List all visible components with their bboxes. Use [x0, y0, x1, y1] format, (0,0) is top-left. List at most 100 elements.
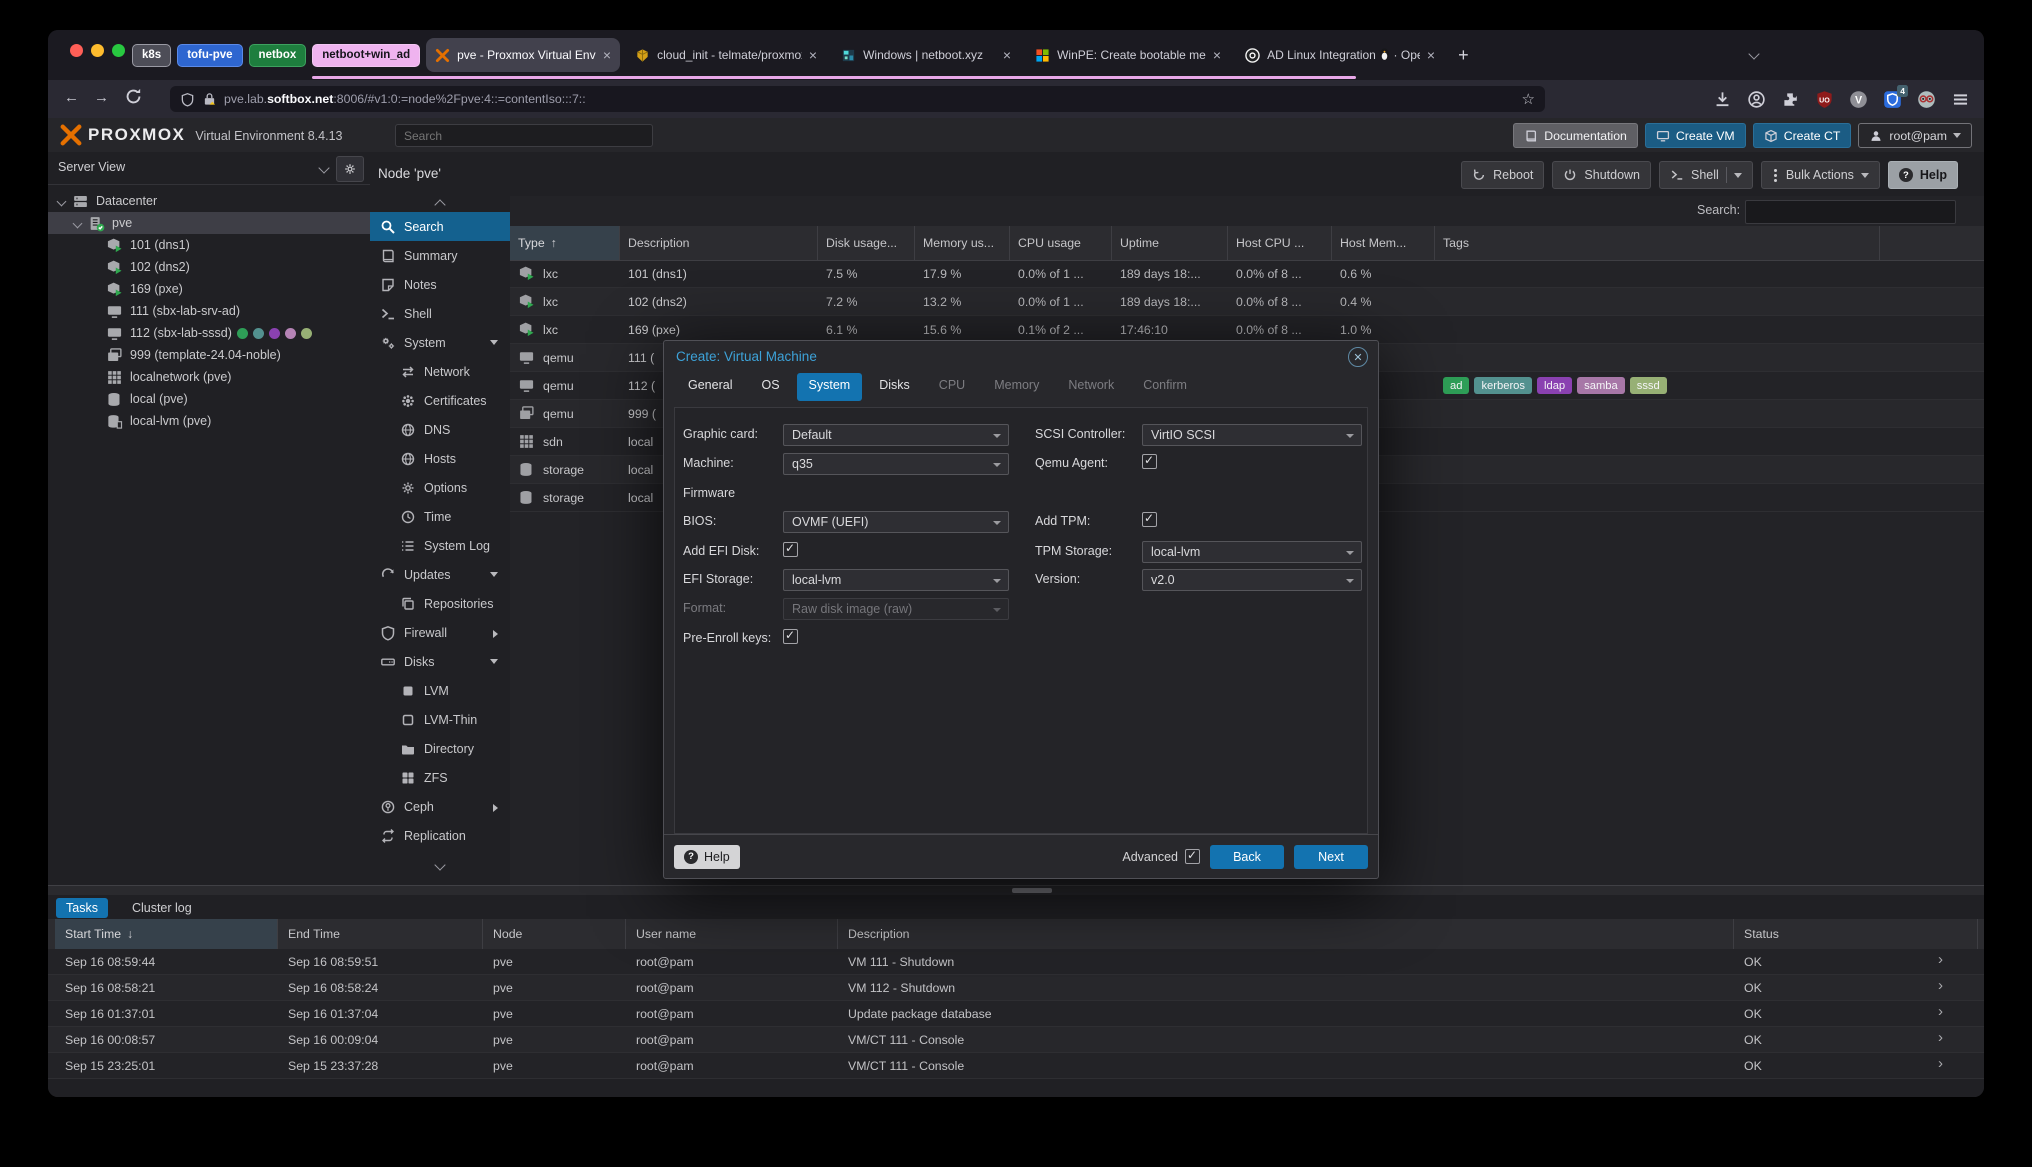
user-menu-button[interactable]: root@pam — [1858, 123, 1972, 148]
dialog-tab-disks[interactable]: Disks — [867, 373, 922, 401]
tab-windows-netboot[interactable]: Windows | netboot.xyz × — [832, 38, 1020, 72]
column-header-status[interactable]: Status — [1734, 919, 1978, 949]
new-tab-button[interactable]: + — [1450, 45, 1477, 66]
row-expand-chevron-icon[interactable]: › — [1938, 977, 1943, 994]
lock-warning-icon[interactable] — [203, 92, 216, 106]
list-all-tabs-chevron-icon[interactable] — [1748, 48, 1760, 60]
account-icon[interactable] — [1747, 90, 1766, 109]
ublock-origin-icon[interactable]: UO — [1815, 90, 1834, 109]
back-button[interactable]: ← — [64, 89, 79, 106]
row-expand-chevron-icon[interactable]: › — [1938, 951, 1943, 968]
column-header-uptime[interactable]: Uptime — [1112, 226, 1228, 260]
shutdown-button[interactable]: Shutdown — [1552, 161, 1652, 189]
nav-item-replication[interactable]: Replication — [370, 821, 510, 850]
nav-item-search[interactable]: Search — [370, 212, 510, 241]
tree-item-999-template-24-04-noble[interactable]: 999 (template-24.04-noble) — [48, 344, 370, 366]
add-efi-disk-checkbox[interactable] — [783, 541, 798, 557]
row-expand-chevron-icon[interactable]: › — [1938, 1055, 1943, 1072]
create-ct-button[interactable]: Create CT — [1752, 123, 1852, 148]
column-header-host-cpu[interactable]: Host CPU ... — [1228, 226, 1332, 260]
nav-item-system[interactable]: System — [370, 328, 510, 357]
tab-group-netboot-win-ad[interactable]: netboot+win_ad — [312, 43, 421, 67]
guest-row-lxc-102-dns2[interactable]: lxc 102 (dns2) 7.2 % 13.2 % 0.0% of 1 ... 189… — [510, 288, 1984, 316]
tab-cluster-log[interactable]: Cluster log — [122, 898, 202, 918]
close-tab-icon[interactable]: × — [603, 48, 611, 62]
tab-cloud-init[interactable]: cloud_init - telmate/proxmox - C × — [626, 38, 826, 72]
dialog-tab-confirm[interactable]: Confirm — [1131, 373, 1199, 401]
nav-item-lvm[interactable]: LVM — [370, 676, 510, 705]
nav-item-updates[interactable]: Updates — [370, 560, 510, 589]
dialog-tab-cpu[interactable]: CPU — [927, 373, 977, 401]
tree-item-localnetwork-pve[interactable]: localnetwork (pve) — [48, 366, 370, 388]
column-header-node[interactable]: Node — [483, 919, 626, 949]
efi-storage-select[interactable]: local-lvm — [783, 569, 1009, 591]
close-tab-icon[interactable]: × — [809, 48, 817, 62]
column-header-type[interactable]: Type ↑ — [510, 226, 620, 260]
next-button[interactable]: Next — [1294, 844, 1368, 869]
url-bar[interactable]: pve.lab.softbox.net:8006/#v1:0:=node%2Fp… — [170, 86, 1545, 112]
tree-item-local-pve[interactable]: local (pve) — [48, 388, 370, 410]
nav-item-ceph[interactable]: Ceph — [370, 792, 510, 821]
guest-search-input[interactable] — [1745, 200, 1956, 224]
task-row-sep-16-01-37-01[interactable]: Sep 16 01:37:01 Sep 16 01:37:04 pve root@pa… — [48, 1001, 1984, 1027]
nav-item-zfs[interactable]: ZFS — [370, 763, 510, 792]
tree-item-101-dns1[interactable]: 101 (dns1) — [48, 234, 370, 256]
nav-item-summary[interactable]: Summary — [370, 241, 510, 270]
downloads-icon[interactable] — [1713, 90, 1732, 109]
tree-item-169-pxe[interactable]: 169 (pxe) — [48, 278, 370, 300]
maximize-window-button[interactable] — [112, 44, 125, 57]
close-tab-icon[interactable]: × — [1003, 48, 1011, 62]
tree-item-111-sbx-lab-srv-ad[interactable]: 111 (sbx-lab-srv-ad) — [48, 300, 370, 322]
column-header-tags[interactable]: Tags — [1435, 226, 1880, 260]
tree-item-pve[interactable]: pve — [48, 212, 370, 234]
machine-select[interactable]: q35 — [783, 453, 1009, 475]
tab-group-k8s[interactable]: k8s — [132, 43, 172, 67]
nav-item-disks[interactable]: Disks — [370, 647, 510, 676]
row-expand-chevron-icon[interactable]: › — [1938, 1029, 1943, 1046]
nav-item-options[interactable]: Options — [370, 473, 510, 502]
tree-item-112-sbx-lab-sssd[interactable]: 112 (sbx-lab-sssd) — [48, 322, 370, 344]
add-tpm-checkbox[interactable] — [1142, 511, 1157, 527]
tab-winpe[interactable]: WinPE: Create bootable media | × — [1026, 38, 1230, 72]
bitwarden-icon[interactable]: 4 — [1883, 84, 1908, 109]
menu-hamburger-icon[interactable] — [1951, 90, 1970, 109]
nav-item-certificates[interactable]: Certificates — [370, 386, 510, 415]
nav-scroll-down[interactable] — [370, 856, 510, 871]
column-header-cpu-usage[interactable]: CPU usage — [1010, 226, 1112, 260]
task-row-sep-16-08-58-21[interactable]: Sep 16 08:58:21 Sep 16 08:58:24 pve root@pa… — [48, 975, 1984, 1001]
dialog-close-icon[interactable]: ✕ — [1348, 347, 1368, 367]
advanced-checkbox[interactable] — [1185, 848, 1200, 864]
create-vm-button[interactable]: Create VM — [1644, 123, 1746, 148]
close-tab-icon[interactable]: × — [1427, 48, 1435, 62]
column-header-disk-usage[interactable]: Disk usage... — [818, 226, 915, 260]
global-search-input[interactable] — [395, 124, 653, 147]
close-tab-icon[interactable]: × — [1213, 48, 1221, 62]
task-row-sep-16-00-08-57[interactable]: Sep 16 00:08:57 Sep 16 00:09:04 pve root@pa… — [48, 1027, 1984, 1053]
dialog-tab-network[interactable]: Network — [1056, 373, 1126, 401]
shell-button[interactable]: Shell — [1659, 161, 1753, 189]
tpm-version-select[interactable]: v2.0 — [1142, 569, 1362, 591]
close-window-button[interactable] — [70, 44, 83, 57]
nav-item-firewall[interactable]: Firewall — [370, 618, 510, 647]
extension-v-icon[interactable]: V — [1849, 90, 1868, 109]
dialog-help-button[interactable]: ? Help — [674, 844, 740, 869]
nav-item-directory[interactable]: Directory — [370, 734, 510, 763]
nav-item-time[interactable]: Time — [370, 502, 510, 531]
column-header-memory-us[interactable]: Memory us... — [915, 226, 1010, 260]
nav-item-network[interactable]: Network — [370, 357, 510, 386]
minimize-window-button[interactable] — [91, 44, 104, 57]
column-header-description[interactable]: Description — [620, 226, 818, 260]
column-header-start-time[interactable]: Start Time ↓ — [55, 919, 278, 949]
dialog-tab-memory[interactable]: Memory — [982, 373, 1051, 401]
tracking-shield-icon[interactable] — [180, 92, 195, 107]
dialog-tab-general[interactable]: General — [676, 373, 744, 401]
nav-item-lvm-thin[interactable]: LVM-Thin — [370, 705, 510, 734]
owl-extension-icon[interactable] — [1917, 90, 1936, 109]
column-header-user-name[interactable]: User name — [626, 919, 838, 949]
pre-enroll-keys-checkbox[interactable] — [783, 628, 798, 644]
tree-item-datacenter[interactable]: Datacenter — [48, 190, 370, 212]
tab-pve-proxmox[interactable]: pve - Proxmox Virtual Environme × — [426, 38, 621, 72]
tree-settings-button[interactable] — [336, 156, 364, 182]
nav-item-repositories[interactable]: Repositories — [370, 589, 510, 618]
row-expand-chevron-icon[interactable]: › — [1938, 1003, 1943, 1020]
